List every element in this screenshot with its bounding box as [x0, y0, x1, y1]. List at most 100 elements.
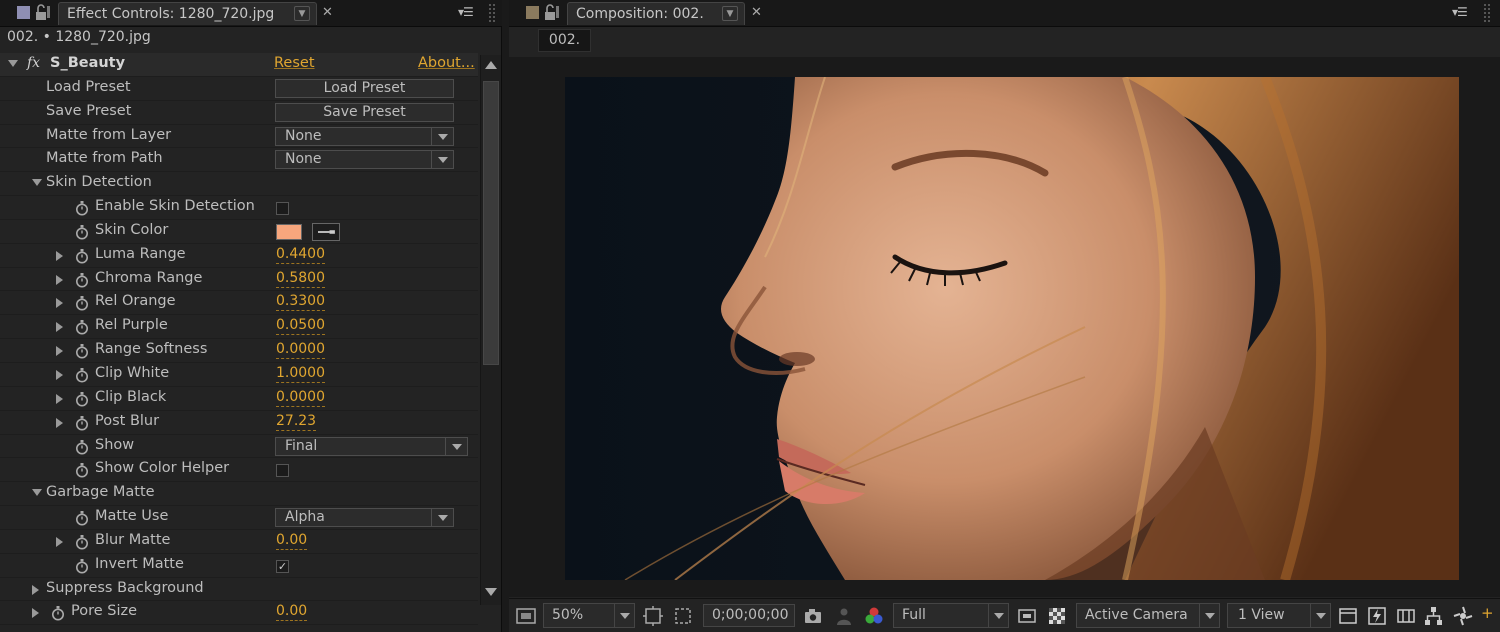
composition-frame-image[interactable] [565, 77, 1459, 580]
region-of-interest-icon[interactable] [1017, 606, 1037, 626]
panel-grip-icon[interactable] [1484, 4, 1490, 22]
tab-effect-controls[interactable]: Effect Controls: 1280_720.jpg ▼ [58, 2, 317, 25]
effect-header-row[interactable]: fx S_Beauty Reset About... [0, 53, 478, 77]
chevron-down-icon [445, 437, 467, 455]
camera-view-dropdown[interactable]: Active Camera [1076, 603, 1220, 628]
expand-triangle-icon[interactable] [56, 417, 63, 428]
show-color-helper-checkbox[interactable] [276, 464, 289, 478]
stopwatch-icon[interactable] [51, 605, 65, 621]
exposure-plus-label[interactable]: + [1481, 604, 1494, 622]
rel-orange-row: Rel Orange 0.3300 [0, 291, 478, 316]
color-channels-icon[interactable] [864, 606, 884, 626]
invert-matte-checkbox[interactable]: ✓ [276, 559, 289, 573]
fast-preview-icon[interactable] [1367, 606, 1387, 626]
post-blur-value[interactable]: 27.23 [276, 413, 317, 431]
exposure-reset-icon[interactable] [1453, 606, 1473, 626]
garbage-matte-group-row[interactable]: Garbage Matte [0, 482, 478, 507]
flowchart-icon[interactable] [1423, 606, 1443, 626]
resolution-grid-icon[interactable] [643, 606, 663, 626]
stopwatch-icon[interactable] [75, 295, 89, 311]
collapse-triangle-icon[interactable] [32, 489, 42, 497]
fx-icon[interactable]: fx [27, 55, 40, 71]
load-preset-button[interactable]: Load Preset [275, 78, 454, 98]
expand-triangle-icon[interactable] [56, 250, 63, 261]
toggle-pixel-aspect-icon[interactable] [1338, 606, 1358, 626]
effect-scrollbar[interactable] [480, 55, 501, 605]
scroll-down-icon[interactable] [485, 588, 497, 596]
panel-menu-icon[interactable]: ▾☰ [1452, 5, 1468, 19]
zoom-dropdown[interactable]: 50% [543, 603, 635, 628]
matte-from-layer-dropdown[interactable]: None [275, 126, 454, 146]
collapse-triangle-icon[interactable] [32, 179, 42, 187]
stopwatch-icon[interactable] [75, 224, 89, 240]
eyedropper-icon[interactable] [312, 222, 340, 241]
composition-viewer[interactable] [509, 57, 1500, 597]
expand-triangle-icon[interactable] [56, 274, 63, 285]
range-softness-value[interactable]: 0.0000 [276, 341, 325, 360]
stopwatch-icon[interactable] [75, 510, 89, 526]
stopwatch-icon[interactable] [75, 462, 89, 478]
expand-triangle-icon[interactable] [56, 536, 63, 547]
chroma-range-value[interactable]: 0.5800 [276, 270, 325, 288]
stopwatch-icon[interactable] [75, 534, 89, 550]
lock-icon[interactable] [544, 4, 560, 21]
expand-triangle-icon[interactable] [56, 346, 63, 357]
expand-triangle-icon[interactable] [32, 584, 39, 595]
clip-white-value[interactable]: 1.0000 [276, 365, 325, 383]
close-icon[interactable]: ✕ [322, 5, 333, 20]
stopwatch-icon[interactable] [75, 558, 89, 574]
expand-triangle-icon[interactable] [56, 322, 63, 333]
skin-color-swatch[interactable] [276, 223, 302, 240]
close-icon[interactable]: ✕ [751, 5, 762, 20]
expand-triangle-icon[interactable] [56, 298, 63, 309]
suppress-background-group-row[interactable]: Suppress Background [0, 578, 478, 602]
lock-icon[interactable] [35, 4, 51, 21]
tab-dropdown-button[interactable]: ▼ [294, 6, 310, 21]
composition-toolbar: 50% 0;00;00;00 Full Active Camera 1 View [509, 598, 1500, 632]
tab-dropdown-button[interactable]: ▼ [722, 6, 738, 21]
rel-purple-value[interactable]: 0.0500 [276, 317, 325, 336]
stopwatch-icon[interactable] [75, 367, 89, 383]
skin-detection-group-row[interactable]: Skin Detection [0, 172, 478, 197]
expand-triangle-icon[interactable] [32, 608, 39, 619]
clip-white-row: Clip White 1.0000 [0, 363, 478, 387]
collapse-triangle-icon[interactable] [8, 60, 18, 67]
stopwatch-icon[interactable] [75, 272, 89, 288]
save-preset-button[interactable]: Save Preset [275, 102, 454, 122]
matte-use-dropdown[interactable]: Alpha [275, 508, 454, 528]
stopwatch-icon[interactable] [75, 343, 89, 359]
stopwatch-icon[interactable] [75, 439, 89, 455]
stopwatch-icon[interactable] [75, 248, 89, 264]
stopwatch-icon[interactable] [75, 415, 89, 431]
luma-range-value[interactable]: 0.4400 [276, 246, 325, 264]
stopwatch-icon[interactable] [75, 200, 89, 216]
camera-icon[interactable] [803, 606, 823, 626]
matte-from-path-dropdown[interactable]: None [275, 150, 454, 170]
clip-black-value[interactable]: 0.0000 [276, 389, 325, 407]
pore-size-value[interactable]: 0.00 [276, 603, 308, 622]
about-link[interactable]: About... [418, 55, 475, 71]
panel-menu-icon[interactable]: ▾☰ [458, 5, 474, 19]
always-preview-icon[interactable] [516, 606, 536, 626]
scroll-thumb[interactable] [483, 81, 499, 365]
show-snapshot-icon[interactable] [834, 606, 854, 626]
enable-skin-detection-checkbox[interactable] [276, 202, 289, 216]
composition-subtab[interactable]: 002. [538, 29, 591, 52]
expand-triangle-icon[interactable] [56, 393, 63, 404]
mask-visibility-icon[interactable] [673, 606, 693, 626]
stopwatch-icon[interactable] [75, 319, 89, 335]
transparency-grid-icon[interactable] [1047, 606, 1067, 626]
tab-composition[interactable]: Composition: 002. ▼ [567, 2, 745, 25]
timeline-icon[interactable] [1396, 606, 1416, 626]
show-dropdown[interactable]: Final [275, 436, 468, 456]
timecode-field[interactable]: 0;00;00;00 [703, 604, 795, 627]
blur-matte-value[interactable]: 0.00 [276, 532, 308, 550]
rel-orange-value[interactable]: 0.3300 [276, 293, 325, 312]
resolution-dropdown[interactable]: Full [893, 603, 1009, 628]
panel-grip-icon[interactable] [489, 4, 495, 22]
expand-triangle-icon[interactable] [56, 369, 63, 380]
stopwatch-icon[interactable] [75, 391, 89, 407]
view-layout-dropdown[interactable]: 1 View [1227, 603, 1331, 628]
reset-link[interactable]: Reset [274, 55, 315, 71]
scroll-up-icon[interactable] [485, 61, 497, 69]
